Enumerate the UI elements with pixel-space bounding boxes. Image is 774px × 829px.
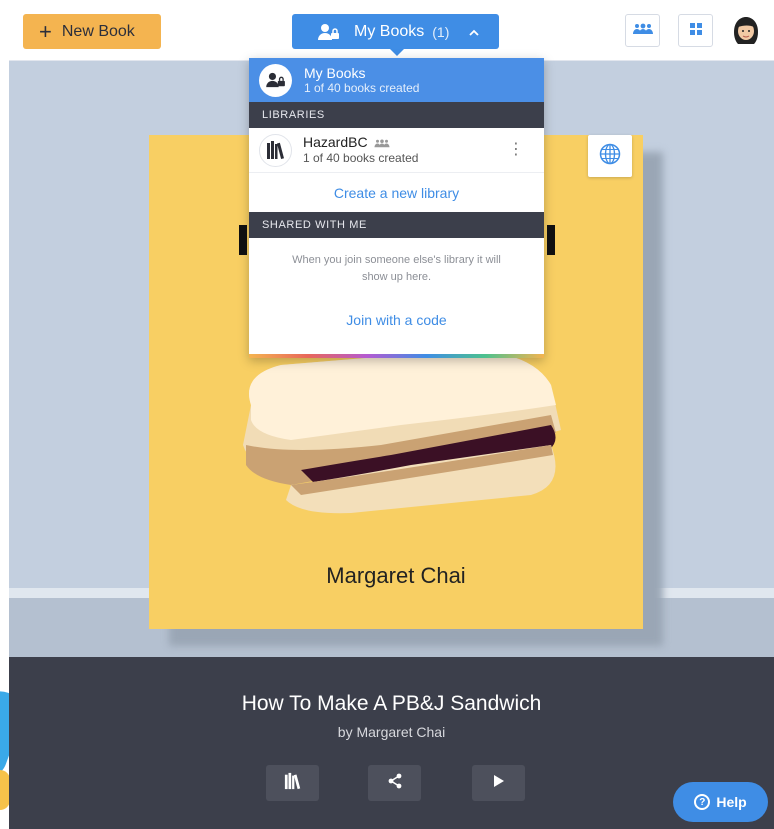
top-bar: + New Book My Books (1): [9, 0, 774, 61]
my-books-count: (1): [432, 23, 450, 40]
cover-title-fragment: [239, 225, 247, 255]
question-icon: ?: [694, 794, 711, 810]
people-view-button[interactable]: [625, 14, 660, 47]
user-avatar[interactable]: [728, 12, 764, 48]
user-lock-icon: [259, 63, 292, 97]
dropdown-my-books-item[interactable]: My Books 1 of 40 books created: [249, 58, 544, 102]
plus-icon: +: [39, 18, 52, 44]
add-to-library-button[interactable]: [266, 765, 319, 801]
rainbow-stripe: [249, 354, 544, 358]
grid-view-button[interactable]: [678, 14, 713, 47]
sandwich-image: [243, 350, 561, 514]
my-books-dropdown-button[interactable]: My Books (1): [292, 14, 499, 56]
library-subtitle: 1 of 40 books created: [303, 150, 419, 165]
app-window: + New Book My Books (1) Margaret Chai My…: [9, 0, 774, 829]
share-icon: [387, 773, 403, 794]
library-books-icon: [259, 133, 292, 167]
globe-icon: [599, 143, 621, 170]
library-books-icon: [284, 772, 302, 795]
grid-icon: [689, 22, 702, 40]
my-books-dropdown-menu: My Books 1 of 40 books created LIBRARIES…: [249, 58, 544, 358]
people-icon: [632, 22, 653, 40]
book-title: How To Make A PB&J Sandwich: [241, 692, 542, 715]
left-edge-decoration: [0, 0, 30, 829]
libraries-section-header: LIBRARIES: [249, 102, 544, 128]
dropdown-my-books-title: My Books: [304, 64, 366, 81]
dropdown-my-books-subtitle: 1 of 40 books created: [304, 80, 420, 95]
chevron-up-icon: [469, 25, 480, 39]
book-info-footer: How To Make A PB&J Sandwich by Margaret …: [9, 657, 774, 829]
dropdown-caret: [390, 49, 404, 56]
play-icon: [493, 774, 505, 793]
new-book-button[interactable]: + New Book: [23, 14, 161, 49]
library-item-hazardbc[interactable]: HazardBC 1 of 40 books created ⋮: [249, 128, 544, 173]
library-name: HazardBC: [303, 134, 368, 151]
book-byline: by Margaret Chai: [337, 724, 446, 740]
my-books-label: My Books: [354, 22, 425, 40]
shared-empty-message: When you join someone else's library it …: [292, 254, 501, 283]
new-book-label: New Book: [61, 22, 135, 40]
help-label: Help: [716, 794, 747, 810]
user-lock-icon: [318, 23, 340, 41]
people-icon: [374, 136, 390, 151]
cover-author: Margaret Chai: [326, 563, 466, 588]
language-button[interactable]: [588, 135, 632, 177]
shared-section-header: SHARED WITH ME: [249, 212, 544, 238]
more-options-icon[interactable]: ⋮: [508, 142, 524, 158]
create-library-link[interactable]: Create a new library: [249, 173, 544, 212]
play-button[interactable]: [472, 765, 525, 801]
cover-title-fragment: [547, 225, 555, 255]
help-button[interactable]: ? Help: [673, 782, 768, 822]
share-button[interactable]: [368, 765, 421, 801]
join-with-code-link[interactable]: Join with a code: [249, 300, 544, 340]
